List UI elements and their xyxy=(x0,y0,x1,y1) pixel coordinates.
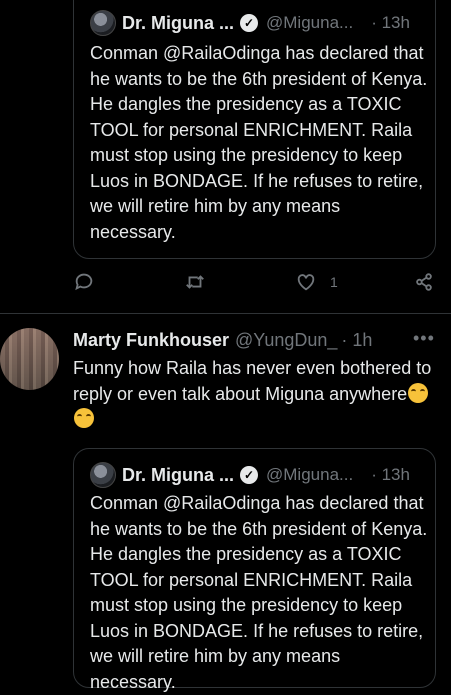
reply-author-name[interactable]: Marty Funkhouser xyxy=(73,330,229,351)
laughing-emoji-icon xyxy=(74,408,94,428)
verified-badge-icon: ✓ xyxy=(240,466,259,484)
reply-tweet-text: Funny how Raila has never even bothered … xyxy=(73,356,433,433)
quoted-author-name[interactable]: Dr. Miguna ... xyxy=(122,13,234,34)
heart-icon xyxy=(297,274,315,291)
quoted-author-handle[interactable]: @Miguna... xyxy=(266,465,353,485)
quoted-author-avatar[interactable] xyxy=(90,462,116,488)
quoted-tweet-text: Conman @RailaOdinga has declared that he… xyxy=(90,43,433,242)
like-count: 1 xyxy=(330,274,338,290)
quoted-author-name[interactable]: Dr. Miguna ... xyxy=(122,465,234,486)
more-options-icon[interactable]: ••• xyxy=(413,328,435,349)
retweet-icon xyxy=(186,275,204,289)
verified-badge-icon: ✓ xyxy=(240,14,259,32)
quoted-tweet-time[interactable]: · 13h xyxy=(371,465,410,485)
tweet-divider xyxy=(0,313,451,314)
retweet-button[interactable] xyxy=(184,271,206,293)
tweet-action-bar: 1 xyxy=(73,271,438,299)
quoted-author-avatar[interactable] xyxy=(90,10,116,36)
quoted-tweet-text: Conman @RailaOdinga has declared that he… xyxy=(90,493,433,692)
laughing-emoji-icon xyxy=(408,382,429,403)
reply-author-avatar[interactable] xyxy=(0,328,59,390)
quoted-tweet-card[interactable]: Dr. Miguna ... ✓ @Miguna... · 13h Conman… xyxy=(73,0,436,259)
reply-tweet-header: Marty Funkhouser @YungDun_ · 1h xyxy=(73,330,372,351)
share-icon xyxy=(416,273,432,291)
reply-button[interactable] xyxy=(73,271,95,293)
quoted-tweet-time[interactable]: · 13h xyxy=(371,13,410,33)
reply-tweet-body: Funny how Raila has never even bothered … xyxy=(73,358,437,404)
reply-tweet-time[interactable]: · 1h xyxy=(341,330,372,351)
reply-icon xyxy=(75,273,93,291)
quoted-tweet-header: Dr. Miguna ... ✓ @Miguna... · 13h xyxy=(90,10,410,36)
share-button[interactable] xyxy=(413,271,435,293)
quoted-author-handle[interactable]: @Miguna... xyxy=(266,13,353,33)
quoted-tweet-header: Dr. Miguna ... ✓ @Miguna... · 13h xyxy=(90,462,410,488)
like-button[interactable]: 1 xyxy=(295,271,338,293)
quoted-tweet-card[interactable]: Dr. Miguna ... ✓ @Miguna... · 13h Conman… xyxy=(73,448,436,692)
reply-author-handle[interactable]: @YungDun_ xyxy=(235,330,337,351)
